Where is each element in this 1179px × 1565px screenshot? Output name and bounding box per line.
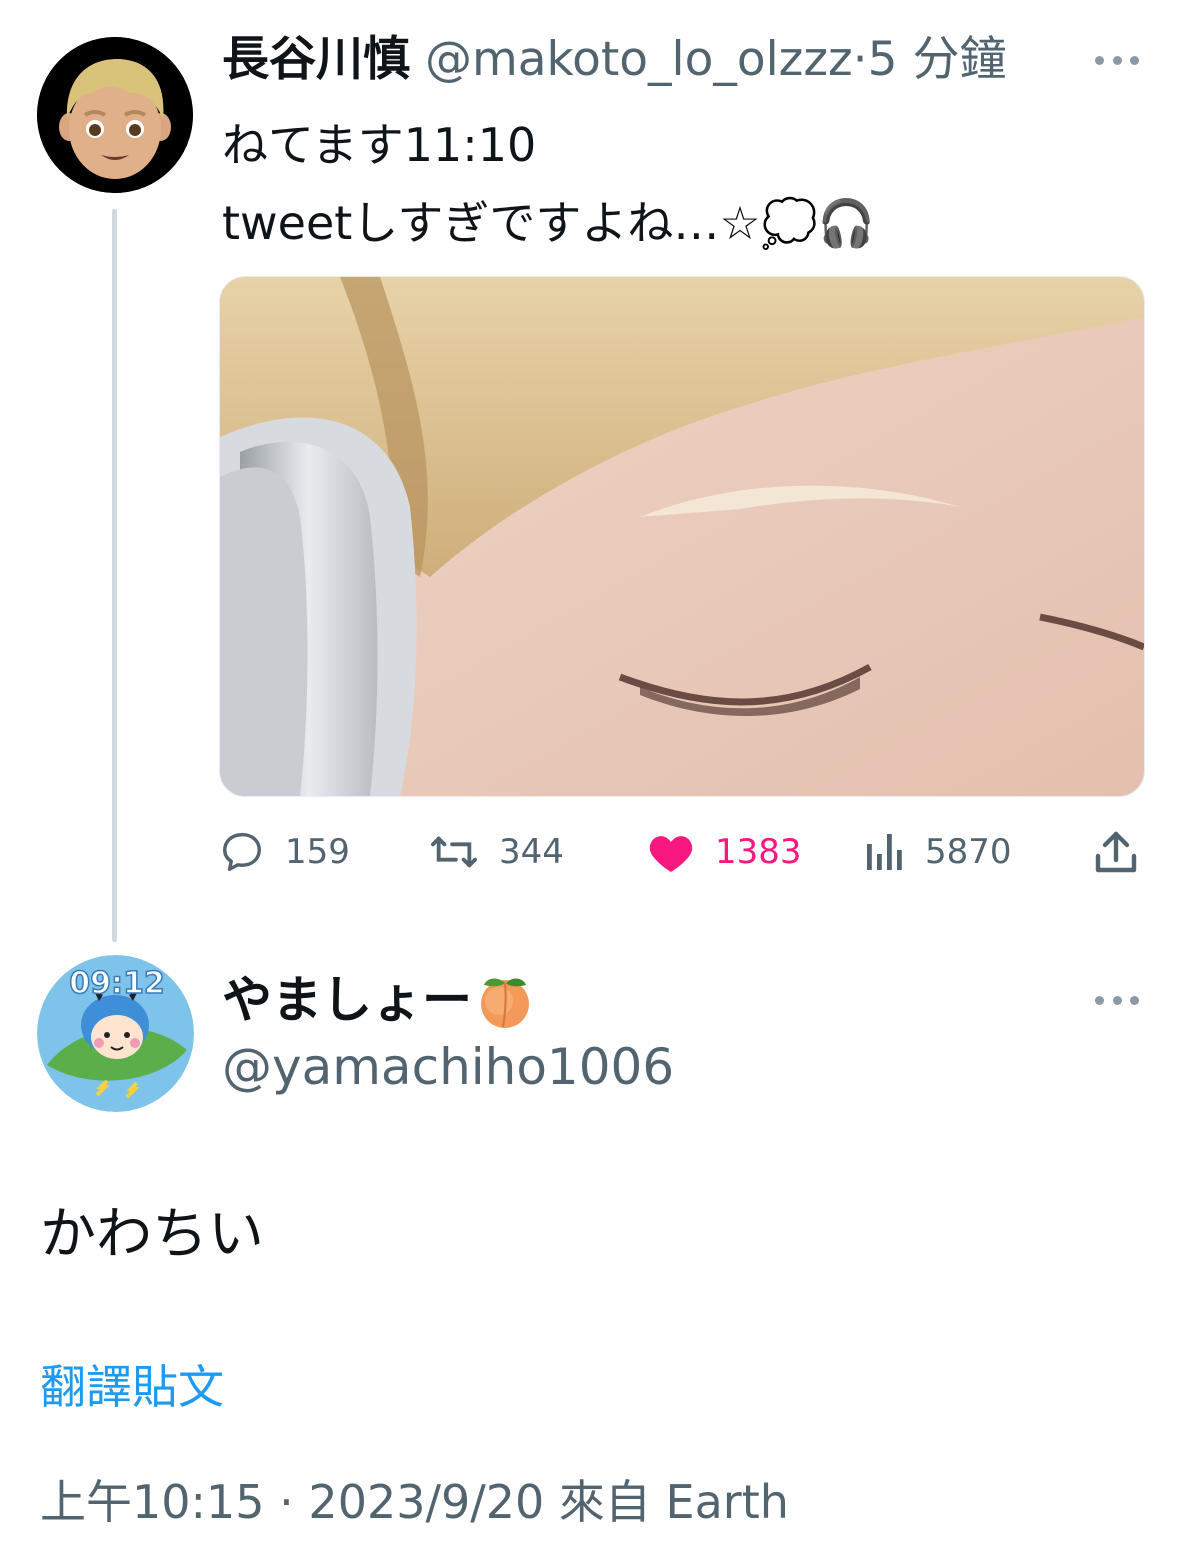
reply-icon — [223, 832, 261, 871]
views-count: 5870 — [925, 832, 1012, 872]
author-handle[interactable]: @makoto_lo_olzzz — [425, 32, 853, 87]
like-count: 1383 — [715, 832, 802, 872]
reply-author-name: やましょー — [222, 971, 472, 1029]
reply-button[interactable]: 159 — [219, 824, 350, 880]
views-chart-icon — [867, 834, 902, 870]
thread-connector-line — [112, 209, 117, 942]
peach-emoji-icon — [481, 978, 529, 1028]
tweet-photo[interactable] — [219, 276, 1145, 797]
reply-text: かわちい — [40, 1202, 264, 1267]
views-button[interactable]: 5870 — [863, 824, 1012, 880]
reply-author-name-row[interactable]: やましょー — [222, 962, 534, 1038]
heart-filled-icon — [649, 836, 693, 872]
reply-timestamp[interactable]: 上午10:15 · 2023/9/20 來自 Earth — [40, 1468, 789, 1536]
share-button[interactable] — [1093, 824, 1139, 880]
reply-author-avatar[interactable]: 09:12 — [37, 955, 194, 1112]
tweet-text: ねてます11:10 tweetしすぎですよね…☆💭🎧 — [222, 106, 875, 262]
share-upload-icon — [1095, 831, 1137, 873]
photo-closed-eye-headphones — [220, 277, 1144, 796]
author-avatar[interactable] — [37, 37, 193, 193]
retweet-icon — [430, 836, 477, 868]
author-name[interactable]: 長谷川慎 — [222, 32, 410, 87]
boy-emoji-icon — [37, 37, 193, 193]
retweet-button[interactable]: 344 — [429, 824, 564, 880]
reply-count: 159 — [285, 832, 350, 872]
more-options-icon[interactable] — [1095, 50, 1139, 70]
tweet-text-line-2: tweetしすぎですよね…☆💭🎧 — [222, 196, 876, 250]
translate-post-link[interactable]: 翻譯貼文 — [40, 1355, 224, 1419]
cartoon-girl-avatar-icon: 09:12 — [37, 955, 194, 1112]
avatar-clock-text: 09:12 — [69, 966, 165, 1001]
like-button[interactable]: 1383 — [647, 824, 802, 880]
tweet-header: 長谷川慎 @makoto_lo_olzzz·5 分鐘 — [222, 28, 1006, 92]
retweet-count: 344 — [499, 832, 564, 872]
tweet-actions-bar: 159 344 1383 5870 — [219, 824, 1143, 880]
tweet-time[interactable]: ·5 分鐘 — [853, 32, 1007, 87]
reply-author-handle[interactable]: @yamachiho1006 — [222, 1033, 674, 1101]
reply-more-options-icon[interactable] — [1095, 990, 1139, 1010]
tweet-text-line-1: ねてます11:10 — [222, 118, 537, 172]
